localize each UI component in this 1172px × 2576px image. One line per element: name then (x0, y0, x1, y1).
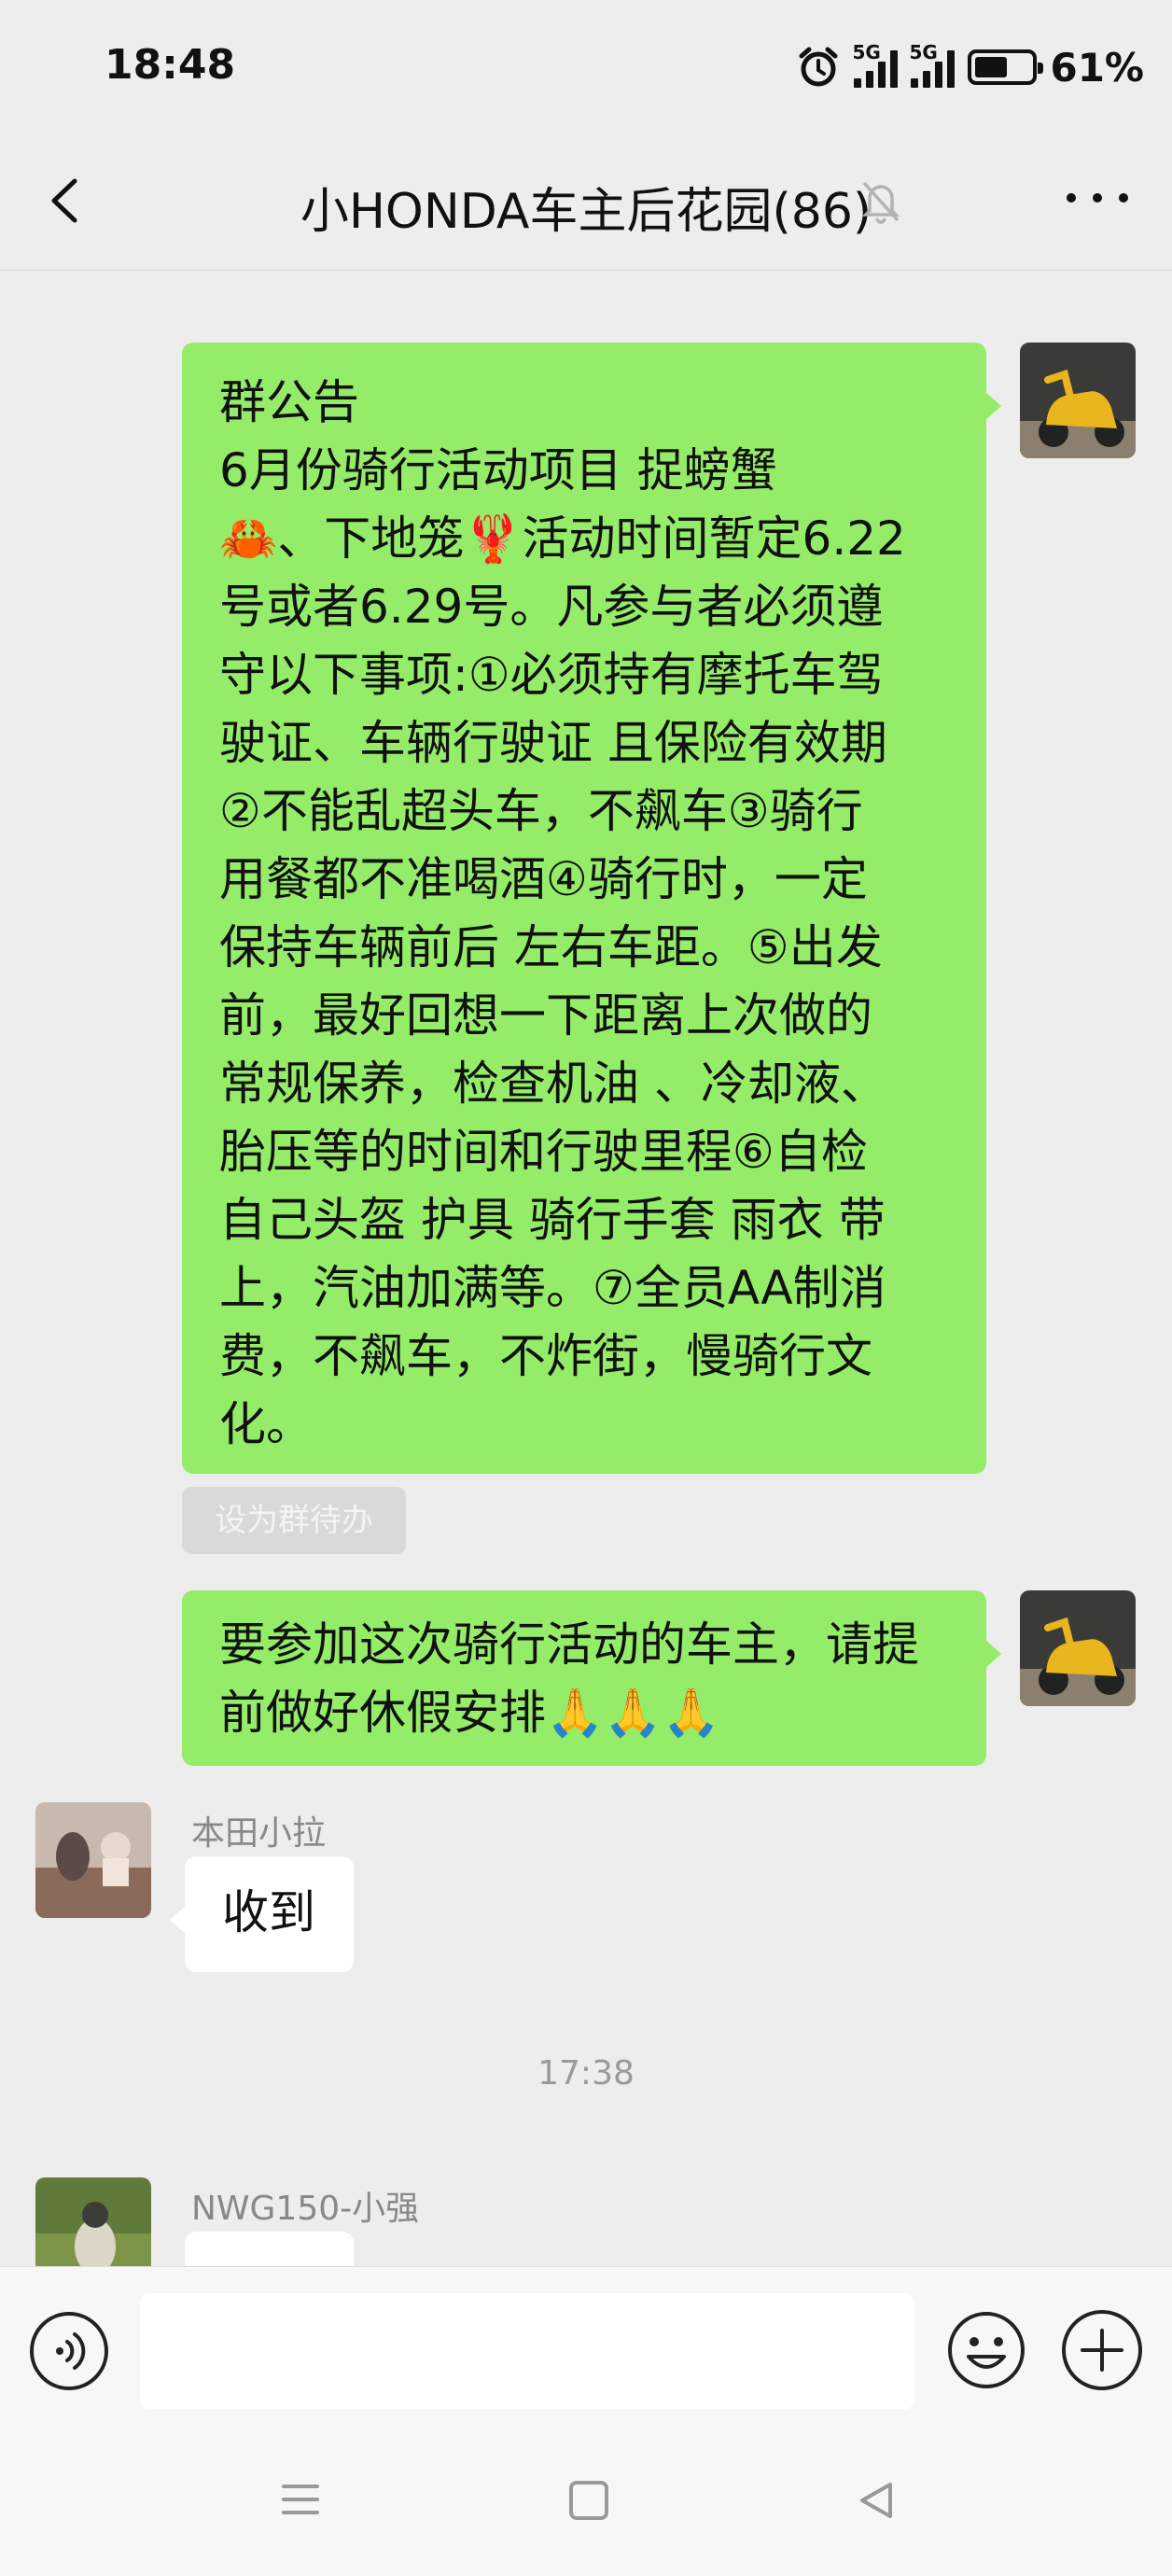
message-line: 前，最好回想一下距离上次做的 (219, 988, 872, 1043)
voice-button[interactable] (30, 2312, 108, 2390)
message-list[interactable]: 群公告 6月份骑行活动项目 捉螃蟹 🦀、下地笼🦞活动时间暂定6.22 号或者6.… (0, 272, 1172, 2266)
message-line: 用餐都不准喝酒④骑行时，一定 (219, 852, 868, 906)
message-line: 常规保养，检查机油 、冷却液、 (219, 1057, 887, 1111)
message-line: 要参加这次骑行活动的车主，请提 (219, 1617, 919, 1672)
battery-percent: 61% (1050, 44, 1144, 91)
message-line: 前做好休假安排🙏🙏🙏 (219, 1686, 720, 1740)
message-bubble-other[interactable] (185, 2232, 354, 2266)
message-bubble-announcement[interactable]: 群公告 6月份骑行活动项目 捉螃蟹 🦀、下地笼🦞活动时间暂定6.22 号或者6.… (182, 343, 1001, 1474)
message-bubble-other[interactable]: 收到 (170, 1856, 354, 1972)
message-line: 上，汽油加满等。⑦全员AA制消 (219, 1261, 886, 1315)
message-line: 守以下事项:①必须持有摩托车驾 (219, 648, 884, 702)
self-avatar[interactable] (1020, 343, 1136, 458)
status-bar: 18:48 5G 5G 61% (0, 0, 1172, 131)
message-line: 群公告 (219, 375, 359, 429)
chat-header: 小HONDA车主后花园(86) (0, 131, 1172, 271)
menu-icon[interactable] (280, 2479, 321, 2520)
set-group-todo-button[interactable]: 设为群待办 (182, 1487, 406, 1554)
signal-icon-2: 5G (909, 41, 956, 88)
alarm-icon (799, 47, 838, 87)
message-line: 6月份骑行活动项目 捉螃蟹 (219, 443, 777, 497)
emoji-button[interactable] (946, 2310, 1026, 2390)
message-text: 收到 (222, 1885, 315, 1939)
self-avatar[interactable] (1020, 1590, 1136, 1706)
sender-name: 本田小拉 (191, 1814, 327, 1853)
input-bar (0, 2266, 1172, 2434)
back-triangle-icon[interactable] (855, 2479, 898, 2522)
plus-button[interactable] (1062, 2310, 1142, 2390)
status-time: 18:48 (105, 41, 236, 89)
message-line: 费，不飙车，不炸街，慢骑行文 (219, 1329, 872, 1383)
network-type-2: 5G (909, 41, 938, 63)
message-input[interactable] (140, 2293, 914, 2409)
status-icons: 5G 5G 61% (796, 41, 1144, 93)
message-line: 胎压等的时间和行驶里程⑥自检 (219, 1125, 868, 1179)
member-avatar[interactable] (35, 1802, 151, 1918)
message-line: 化。 (219, 1397, 313, 1451)
message-line: ②不能乱超头车，不飙车③骑行 (219, 784, 863, 838)
signal-icon-1: 5G (852, 41, 899, 88)
member-avatar[interactable] (35, 2177, 151, 2266)
sender-name: NWG150-小强 (191, 2190, 420, 2228)
message-line: 自己头盔 护具 骑行手套 雨衣 带 (219, 1193, 886, 1247)
home-square-icon[interactable] (569, 2481, 608, 2520)
message-line: 保持车辆前后 左右车距。⑤出发 (219, 920, 883, 974)
battery-icon (968, 49, 1044, 85)
bell-off-icon (861, 181, 900, 224)
message-line: 号或者6.29号。凡参与者必须遵 (219, 580, 884, 634)
system-nav-bar (0, 2434, 1172, 2576)
more-button[interactable] (1060, 179, 1135, 217)
message-line: 驶证、车辆行驶证 且保险有效期 (219, 716, 887, 770)
chat-title: 小HONDA车主后花园(86) (300, 184, 872, 240)
network-type-1: 5G (852, 41, 881, 63)
voice-icon (56, 2332, 86, 2370)
time-separator: 17:38 (537, 2054, 635, 2093)
plus-icon (1081, 2329, 1123, 2372)
message-bubble-self[interactable]: 要参加这次骑行活动的车主，请提 前做好休假安排🙏🙏🙏 (182, 1590, 1001, 1766)
message-line: 🦀、下地笼🦞活动时间暂定6.22 (219, 511, 906, 566)
